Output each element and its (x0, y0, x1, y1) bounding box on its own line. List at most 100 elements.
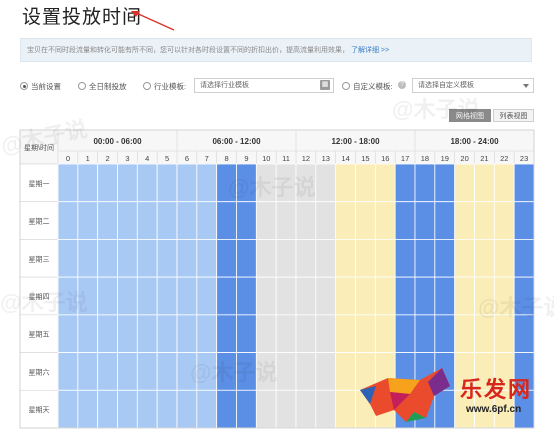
schedule-cell[interactable] (136, 352, 158, 391)
schedule-cell[interactable] (394, 314, 416, 353)
schedule-cell[interactable] (493, 163, 515, 203)
schedule-cell[interactable] (493, 239, 515, 278)
schedule-cell[interactable] (454, 276, 475, 316)
schedule-cell[interactable] (513, 239, 535, 278)
schedule-cell[interactable] (414, 314, 436, 353)
schedule-cell[interactable] (414, 276, 436, 316)
schedule-cell[interactable] (275, 389, 297, 429)
schedule-cell[interactable] (97, 314, 118, 353)
schedule-cell[interactable] (275, 352, 297, 391)
schedule-cell[interactable] (275, 276, 297, 316)
schedule-cell[interactable] (295, 352, 317, 391)
schedule-cell[interactable] (355, 201, 376, 240)
schedule-cell[interactable] (77, 314, 99, 353)
schedule-cell[interactable] (57, 239, 79, 278)
schedule-cell[interactable] (493, 201, 515, 240)
schedule-cell[interactable] (355, 314, 376, 353)
schedule-cell[interactable] (513, 201, 535, 240)
schedule-cell[interactable] (117, 276, 138, 316)
schedule-cell[interactable] (196, 239, 218, 278)
schedule-cell[interactable] (315, 389, 337, 429)
schedule-cell[interactable] (117, 163, 138, 203)
schedule-cell[interactable] (374, 201, 396, 240)
schedule-cell[interactable] (77, 239, 99, 278)
schedule-cell[interactable] (176, 276, 198, 316)
schedule-cell[interactable] (236, 201, 257, 240)
schedule-cell[interactable] (335, 239, 356, 278)
schedule-cell[interactable] (156, 389, 178, 429)
schedule-cell[interactable] (196, 276, 218, 316)
schedule-cell[interactable] (216, 314, 237, 353)
schedule-cell[interactable] (156, 163, 178, 203)
schedule-cell[interactable] (414, 201, 436, 240)
schedule-cell[interactable] (355, 163, 376, 203)
schedule-cell[interactable] (57, 352, 79, 391)
schedule-cell[interactable] (275, 314, 297, 353)
schedule-cell[interactable] (136, 314, 158, 353)
schedule-cell[interactable] (216, 201, 237, 240)
schedule-cell[interactable] (255, 239, 277, 278)
schedule-cell[interactable] (57, 314, 79, 353)
schedule-cell[interactable] (77, 201, 99, 240)
schedule-cell[interactable] (236, 239, 257, 278)
schedule-cell[interactable] (196, 314, 218, 353)
schedule-cell[interactable] (295, 389, 317, 429)
schedule-cell[interactable] (57, 201, 79, 240)
schedule-cell[interactable] (117, 389, 138, 429)
schedule-cell[interactable] (255, 314, 277, 353)
schedule-cell[interactable] (295, 276, 317, 316)
schedule-cell[interactable] (236, 276, 257, 316)
schedule-cell[interactable] (474, 239, 495, 278)
schedule-cell[interactable] (97, 352, 118, 391)
schedule-cell[interactable] (434, 314, 456, 353)
schedule-cell[interactable] (176, 314, 198, 353)
schedule-cell[interactable] (216, 389, 237, 429)
schedule-cell[interactable] (117, 201, 138, 240)
schedule-cell[interactable] (97, 201, 118, 240)
schedule-cell[interactable] (414, 239, 436, 278)
schedule-cell[interactable] (474, 163, 495, 203)
schedule-cell[interactable] (355, 239, 376, 278)
schedule-cell[interactable] (434, 276, 456, 316)
schedule-cell[interactable] (434, 239, 456, 278)
schedule-cell[interactable] (315, 276, 337, 316)
schedule-cell[interactable] (335, 314, 356, 353)
schedule-cell[interactable] (196, 163, 218, 203)
schedule-cell[interactable] (434, 201, 456, 240)
schedule-cell[interactable] (97, 239, 118, 278)
schedule-cell[interactable] (196, 201, 218, 240)
schedule-cell[interactable] (77, 352, 99, 391)
schedule-cell[interactable] (394, 201, 416, 240)
schedule-cell[interactable] (176, 239, 198, 278)
schedule-cell[interactable] (255, 276, 277, 316)
schedule-cell[interactable] (454, 239, 475, 278)
schedule-cell[interactable] (196, 389, 218, 429)
schedule-cell[interactable] (156, 352, 178, 391)
schedule-cell[interactable] (117, 352, 138, 391)
schedule-cell[interactable] (394, 239, 416, 278)
schedule-cell[interactable] (97, 389, 118, 429)
schedule-cell[interactable] (335, 201, 356, 240)
schedule-cell[interactable] (275, 239, 297, 278)
schedule-cell[interactable] (335, 276, 356, 316)
schedule-cell[interactable] (77, 389, 99, 429)
schedule-cell[interactable] (236, 314, 257, 353)
schedule-cell[interactable] (474, 201, 495, 240)
schedule-cell[interactable] (117, 239, 138, 278)
schedule-cell[interactable] (156, 201, 178, 240)
schedule-cell[interactable] (117, 314, 138, 353)
schedule-cell[interactable] (355, 276, 376, 316)
schedule-cell[interactable] (335, 163, 356, 203)
schedule-cell[interactable] (275, 201, 297, 240)
schedule-cell[interactable] (315, 163, 337, 203)
schedule-cell[interactable] (77, 163, 99, 203)
schedule-cell[interactable] (136, 201, 158, 240)
schedule-cell[interactable] (255, 389, 277, 429)
schedule-cell[interactable] (216, 239, 237, 278)
schedule-cell[interactable] (136, 389, 158, 429)
schedule-cell[interactable] (176, 163, 198, 203)
schedule-cell[interactable] (513, 163, 535, 203)
schedule-cell[interactable] (216, 276, 237, 316)
schedule-cell[interactable] (454, 201, 475, 240)
schedule-cell[interactable] (394, 163, 416, 203)
